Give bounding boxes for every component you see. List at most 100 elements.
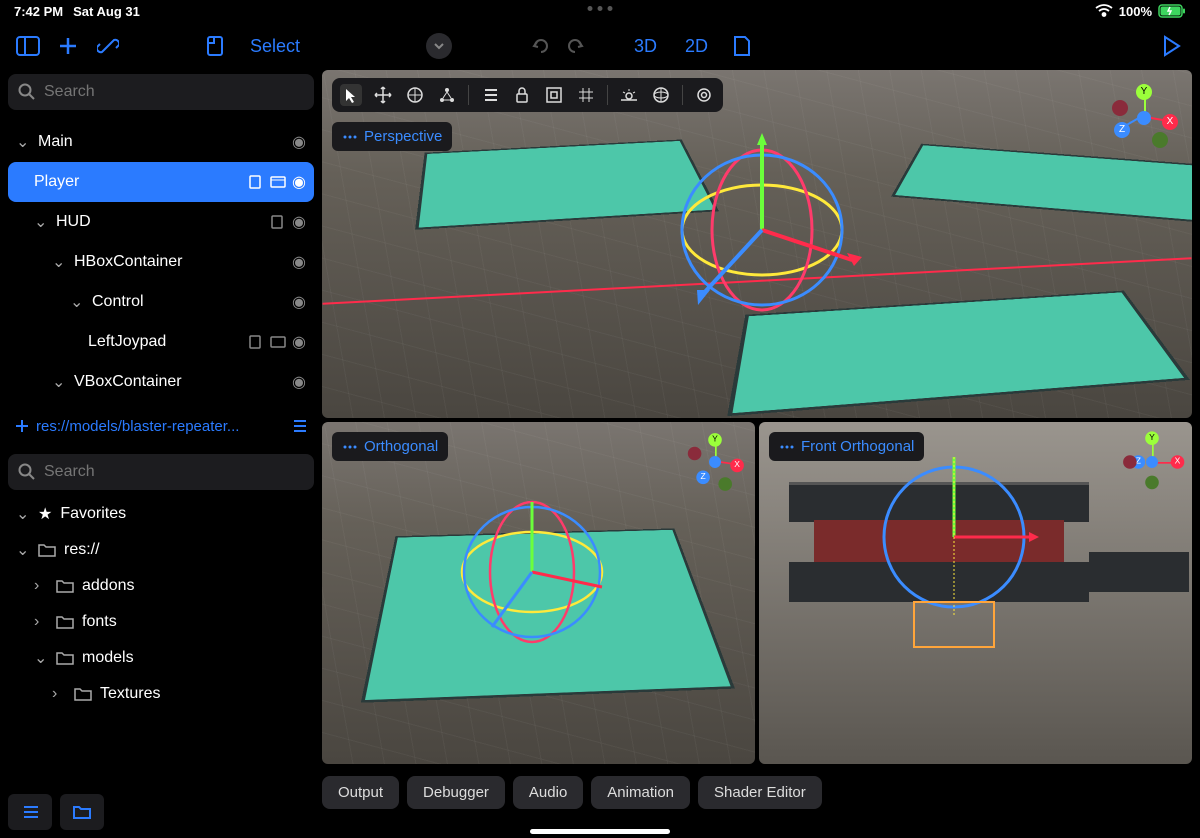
visibility-icon[interactable]: ◉ xyxy=(292,172,306,192)
fs-addons[interactable]: › addons xyxy=(8,568,314,604)
list-view-button[interactable] xyxy=(8,794,52,830)
scale-tool-icon[interactable] xyxy=(436,84,458,106)
fs-textures[interactable]: › Textures xyxy=(8,676,314,712)
view-label-front[interactable]: Front Orthogonal xyxy=(769,432,924,461)
script-badge-icon[interactable] xyxy=(248,174,264,190)
search-input[interactable] xyxy=(44,83,304,101)
dock-animation[interactable]: Animation xyxy=(591,776,690,809)
fs-models[interactable]: ⌄ models xyxy=(8,640,314,676)
list-icon[interactable] xyxy=(290,418,308,434)
visibility-icon[interactable]: ◉ xyxy=(292,252,306,272)
transform-gizmo[interactable] xyxy=(662,130,862,330)
tree-item-control[interactable]: ⌄ Control ◉ xyxy=(8,282,314,322)
resource-path: res://models/blaster-repeater... xyxy=(36,418,284,435)
redo-button[interactable] xyxy=(562,33,588,59)
tree-item-player[interactable]: Player ◉ xyxy=(8,162,314,202)
axis-gizmo[interactable]: X Y Z xyxy=(686,433,744,491)
script-badge-icon[interactable] xyxy=(248,334,264,350)
chevron-down-icon: ⌄ xyxy=(52,372,68,392)
file-button[interactable] xyxy=(726,30,758,62)
node-badges xyxy=(248,334,286,350)
select-tool-icon[interactable] xyxy=(340,84,362,106)
menu-icon xyxy=(342,441,358,453)
dock-shader[interactable]: Shader Editor xyxy=(698,776,822,809)
wifi-icon xyxy=(1095,4,1113,18)
visibility-icon[interactable]: ◉ xyxy=(292,132,306,152)
node-badges xyxy=(248,174,286,190)
resource-path-bar[interactable]: res://models/blaster-repeater... xyxy=(8,408,314,444)
main-toolbar: Select 3D 2D xyxy=(0,22,1200,70)
status-date: Sat Aug 31 xyxy=(73,4,140,19)
fs-fonts[interactable]: › fonts xyxy=(8,604,314,640)
move-tool-icon[interactable] xyxy=(372,84,394,106)
axis-gizmo[interactable]: X Y Z xyxy=(1110,84,1178,152)
transform-gizmo[interactable] xyxy=(869,452,1039,652)
undo-button[interactable] xyxy=(528,33,554,59)
folder-icon xyxy=(38,543,56,557)
list-tool-icon[interactable] xyxy=(479,84,501,106)
view-2d[interactable]: 2D xyxy=(675,36,718,57)
add-button[interactable] xyxy=(52,30,84,62)
sidebar-toggle-icon[interactable] xyxy=(12,30,44,62)
menu-icon xyxy=(342,131,358,143)
sidebar: ⌄ Main ◉ Player ◉ ⌄ HUD ◉ ⌄ HBoxConta xyxy=(0,70,322,838)
chevron-down-icon: ⌄ xyxy=(34,212,50,232)
tree-item-main[interactable]: ⌄ Main ◉ xyxy=(8,122,314,162)
link-button[interactable] xyxy=(92,30,124,62)
fs-root[interactable]: ⌄ res:// xyxy=(8,532,314,568)
status-bar: 7:42 PM Sat Aug 31 100% xyxy=(0,0,1200,22)
status-time: 7:42 PM xyxy=(14,4,63,19)
view-label-perspective[interactable]: Perspective xyxy=(332,122,452,151)
transform-gizmo[interactable] xyxy=(442,482,622,662)
visibility-icon[interactable]: ◉ xyxy=(292,292,306,312)
menu-icon xyxy=(779,441,795,453)
view-3d[interactable]: 3D xyxy=(624,36,667,57)
tree-item-leftjoypad[interactable]: LeftJoypad ◉ xyxy=(8,322,314,362)
lock-tool-icon[interactable] xyxy=(511,84,533,106)
group-tool-icon[interactable] xyxy=(543,84,565,106)
folder-icon xyxy=(56,651,74,665)
viewport-orthogonal[interactable]: Orthogonal X Y Z xyxy=(322,422,755,764)
rotate-tool-icon[interactable] xyxy=(404,84,426,106)
dropdown-icon[interactable] xyxy=(426,33,452,59)
script-badge-icon[interactable] xyxy=(270,214,286,230)
scene-badge-icon[interactable] xyxy=(270,174,286,190)
fs-favorites[interactable]: ⌄ ★ Favorites xyxy=(8,496,314,532)
env-tool-icon[interactable] xyxy=(650,84,672,106)
chevron-right-icon: › xyxy=(34,577,48,595)
scene-badge-icon[interactable] xyxy=(270,334,286,350)
play-button[interactable] xyxy=(1156,30,1188,62)
chevron-down-icon: ⌄ xyxy=(34,648,48,668)
dock-output[interactable]: Output xyxy=(322,776,399,809)
viewport-perspective[interactable]: Perspective X Y Z xyxy=(322,70,1192,418)
fs-search-input[interactable] xyxy=(44,463,304,481)
gear-tool-icon[interactable] xyxy=(693,84,715,106)
scene-tree: ⌄ Main ◉ Player ◉ ⌄ HUD ◉ ⌄ HBoxConta xyxy=(8,122,314,402)
viewport-area: Perspective X Y Z xyxy=(322,70,1200,838)
sidebar-footer xyxy=(8,786,314,838)
dock-audio[interactable]: Audio xyxy=(513,776,583,809)
view-label-orthogonal[interactable]: Orthogonal xyxy=(332,432,448,461)
folder-view-button[interactable] xyxy=(60,794,104,830)
visibility-icon[interactable]: ◉ xyxy=(292,212,306,232)
home-indicator[interactable] xyxy=(530,829,670,834)
tree-item-hud[interactable]: ⌄ HUD ◉ xyxy=(8,202,314,242)
chevron-down-icon: ⌄ xyxy=(16,132,32,152)
visibility-icon[interactable]: ◉ xyxy=(292,372,306,392)
axis-gizmo[interactable]: X Y Z xyxy=(1123,433,1181,491)
sun-tool-icon[interactable] xyxy=(618,84,640,106)
snap-tool-icon[interactable] xyxy=(575,84,597,106)
select-tool[interactable]: Select xyxy=(240,36,310,57)
plus-icon[interactable] xyxy=(14,418,30,434)
bottom-dock: Output Debugger Audio Animation Shader E… xyxy=(322,768,1192,817)
script-button[interactable] xyxy=(200,30,232,62)
visibility-icon[interactable]: ◉ xyxy=(292,332,306,352)
viewport-front-orthogonal[interactable]: Front Orthogonal X Y Z xyxy=(759,422,1192,764)
scene-search[interactable] xyxy=(8,74,314,110)
dock-debugger[interactable]: Debugger xyxy=(407,776,505,809)
tree-item-vbox[interactable]: ⌄ VBoxContainer ◉ xyxy=(8,362,314,402)
tree-item-hbox[interactable]: ⌄ HBoxContainer ◉ xyxy=(8,242,314,282)
folder-icon xyxy=(56,579,74,593)
fs-search[interactable] xyxy=(8,454,314,490)
multitask-dots[interactable] xyxy=(588,6,613,11)
